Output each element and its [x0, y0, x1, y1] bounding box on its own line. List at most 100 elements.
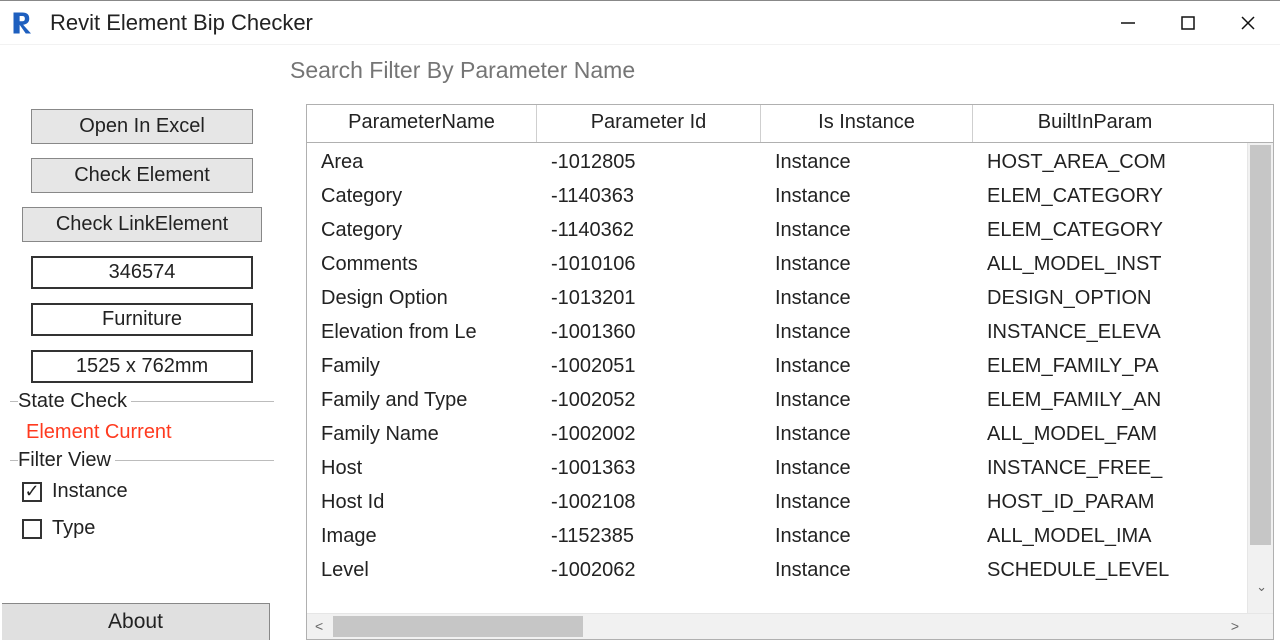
cell-parameter-id: -1010106: [537, 253, 761, 276]
cell-is-instance: Instance: [761, 321, 973, 344]
cell-parameter-name: Family: [307, 355, 537, 378]
cell-builtin-param: INSTANCE_ELEVA: [973, 321, 1217, 344]
vertical-scrollbar[interactable]: ⌃ ⌄: [1247, 143, 1273, 613]
col-is-instance[interactable]: Is Instance: [761, 105, 973, 142]
content-area: ParameterName Parameter Id Is Instance B…: [284, 45, 1280, 640]
close-button[interactable]: [1218, 1, 1278, 45]
table-row[interactable]: Elevation from Le-1001360InstanceINSTANC…: [307, 315, 1273, 349]
cell-is-instance: Instance: [761, 491, 973, 514]
cell-parameter-name: Host: [307, 457, 537, 480]
cell-parameter-name: Category: [307, 219, 537, 242]
cell-is-instance: Instance: [761, 525, 973, 548]
minimize-button[interactable]: [1098, 1, 1158, 45]
instance-checkbox-label: Instance: [52, 480, 128, 503]
cell-parameter-name: Design Option: [307, 287, 537, 310]
cell-parameter-name: Elevation from Le: [307, 321, 537, 344]
table-row[interactable]: Family Name-1002002InstanceALL_MODEL_FAM: [307, 417, 1273, 451]
app-icon: [6, 5, 42, 41]
cell-parameter-id: -1002062: [537, 559, 761, 582]
cell-parameter-id: -1013201: [537, 287, 761, 310]
col-builtin-param[interactable]: BuiltInParam: [973, 105, 1217, 142]
table-row[interactable]: Host-1001363InstanceINSTANCE_FREE_: [307, 451, 1273, 485]
cell-parameter-name: Level: [307, 559, 537, 582]
maximize-button[interactable]: [1158, 1, 1218, 45]
scroll-right-icon: >: [1231, 618, 1239, 634]
cell-builtin-param: INSTANCE_FREE_: [973, 457, 1217, 480]
cell-is-instance: Instance: [761, 219, 973, 242]
cell-parameter-name: Family and Type: [307, 389, 537, 412]
cell-parameter-name: Comments: [307, 253, 537, 276]
cell-parameter-id: -1152385: [537, 525, 761, 548]
title-bar: Revit Element Bip Checker: [0, 1, 1280, 45]
open-in-excel-button[interactable]: Open In Excel: [31, 109, 253, 144]
cell-parameter-name: Image: [307, 525, 537, 548]
cell-parameter-id: -1002108: [537, 491, 761, 514]
cell-parameter-id: -1001360: [537, 321, 761, 344]
cell-parameter-id: -1002051: [537, 355, 761, 378]
state-check-label: State Check: [18, 390, 131, 413]
cell-is-instance: Instance: [761, 559, 973, 582]
cell-parameter-id: -1002002: [537, 423, 761, 446]
table-row[interactable]: Design Option-1013201InstanceDESIGN_OPTI…: [307, 281, 1273, 315]
cell-builtin-param: ALL_MODEL_INST: [973, 253, 1217, 276]
cell-builtin-param: HOST_ID_PARAM: [973, 491, 1217, 514]
grid-header: ParameterName Parameter Id Is Instance B…: [307, 105, 1273, 143]
table-row[interactable]: Category-1140363InstanceELEM_CATEGORY: [307, 179, 1273, 213]
instance-checkbox[interactable]: Instance: [22, 480, 266, 503]
checkbox-icon: [22, 482, 42, 502]
scrollbar-thumb[interactable]: [1250, 145, 1271, 545]
table-row[interactable]: Area-1012805InstanceHOST_AREA_COM: [307, 145, 1273, 179]
cell-is-instance: Instance: [761, 185, 973, 208]
cell-is-instance: Instance: [761, 287, 973, 310]
table-row[interactable]: Comments-1010106InstanceALL_MODEL_INST: [307, 247, 1273, 281]
cell-builtin-param: HOST_AREA_COM: [973, 151, 1217, 174]
cell-is-instance: Instance: [761, 423, 973, 446]
cell-builtin-param: SCHEDULE_LEVEL: [973, 559, 1217, 582]
cell-parameter-id: -1140362: [537, 219, 761, 242]
table-row[interactable]: Family-1002051InstanceELEM_FAMILY_PA: [307, 349, 1273, 383]
check-link-element-button[interactable]: Check LinkElement: [22, 207, 262, 242]
cell-is-instance: Instance: [761, 355, 973, 378]
scrollbar-thumb[interactable]: [333, 616, 583, 637]
col-parameter-name[interactable]: ParameterName: [307, 105, 537, 142]
state-value: Element Current: [26, 421, 266, 444]
cell-builtin-param: ELEM_CATEGORY: [973, 185, 1217, 208]
scroll-down-icon: ⌄: [1256, 579, 1267, 595]
filter-view-group: Filter View Instance Type: [10, 460, 274, 556]
about-button[interactable]: About: [2, 603, 270, 640]
horizontal-scrollbar[interactable]: < >: [307, 613, 1273, 639]
category-field[interactable]: Furniture: [31, 303, 253, 336]
sidebar: Open In Excel Check Element Check LinkEl…: [0, 45, 284, 640]
cell-builtin-param: ELEM_FAMILY_AN: [973, 389, 1217, 412]
window-title: Revit Element Bip Checker: [50, 10, 313, 36]
table-row[interactable]: Category-1140362InstanceELEM_CATEGORY: [307, 213, 1273, 247]
cell-parameter-name: Host Id: [307, 491, 537, 514]
table-row[interactable]: Level-1002062InstanceSCHEDULE_LEVEL: [307, 553, 1273, 587]
table-row[interactable]: Family and Type-1002052InstanceELEM_FAMI…: [307, 383, 1273, 417]
cell-builtin-param: DESIGN_OPTION: [973, 287, 1217, 310]
checkbox-icon: [22, 519, 42, 539]
type-name-field[interactable]: 1525 x 762mm: [31, 350, 253, 383]
element-id-field[interactable]: 346574: [31, 256, 253, 289]
cell-builtin-param: ALL_MODEL_FAM: [973, 423, 1217, 446]
cell-is-instance: Instance: [761, 253, 973, 276]
type-checkbox[interactable]: Type: [22, 517, 266, 540]
cell-parameter-id: -1001363: [537, 457, 761, 480]
cell-is-instance: Instance: [761, 151, 973, 174]
cell-parameter-name: Family Name: [307, 423, 537, 446]
cell-builtin-param: ALL_MODEL_IMA: [973, 525, 1217, 548]
col-parameter-id[interactable]: Parameter Id: [537, 105, 761, 142]
cell-parameter-id: -1140363: [537, 185, 761, 208]
parameter-grid[interactable]: ParameterName Parameter Id Is Instance B…: [306, 104, 1274, 640]
table-row[interactable]: Image-1152385InstanceALL_MODEL_IMA: [307, 519, 1273, 553]
table-row[interactable]: Host Id-1002108InstanceHOST_ID_PARAM: [307, 485, 1273, 519]
type-checkbox-label: Type: [52, 517, 95, 540]
cell-parameter-id: -1012805: [537, 151, 761, 174]
cell-is-instance: Instance: [761, 457, 973, 480]
check-element-button[interactable]: Check Element: [31, 158, 253, 193]
search-input[interactable]: [286, 51, 1268, 90]
cell-parameter-name: Category: [307, 185, 537, 208]
cell-builtin-param: ELEM_FAMILY_PA: [973, 355, 1217, 378]
scroll-left-icon: <: [315, 618, 323, 634]
state-check-group: State Check Element Current: [10, 401, 274, 450]
